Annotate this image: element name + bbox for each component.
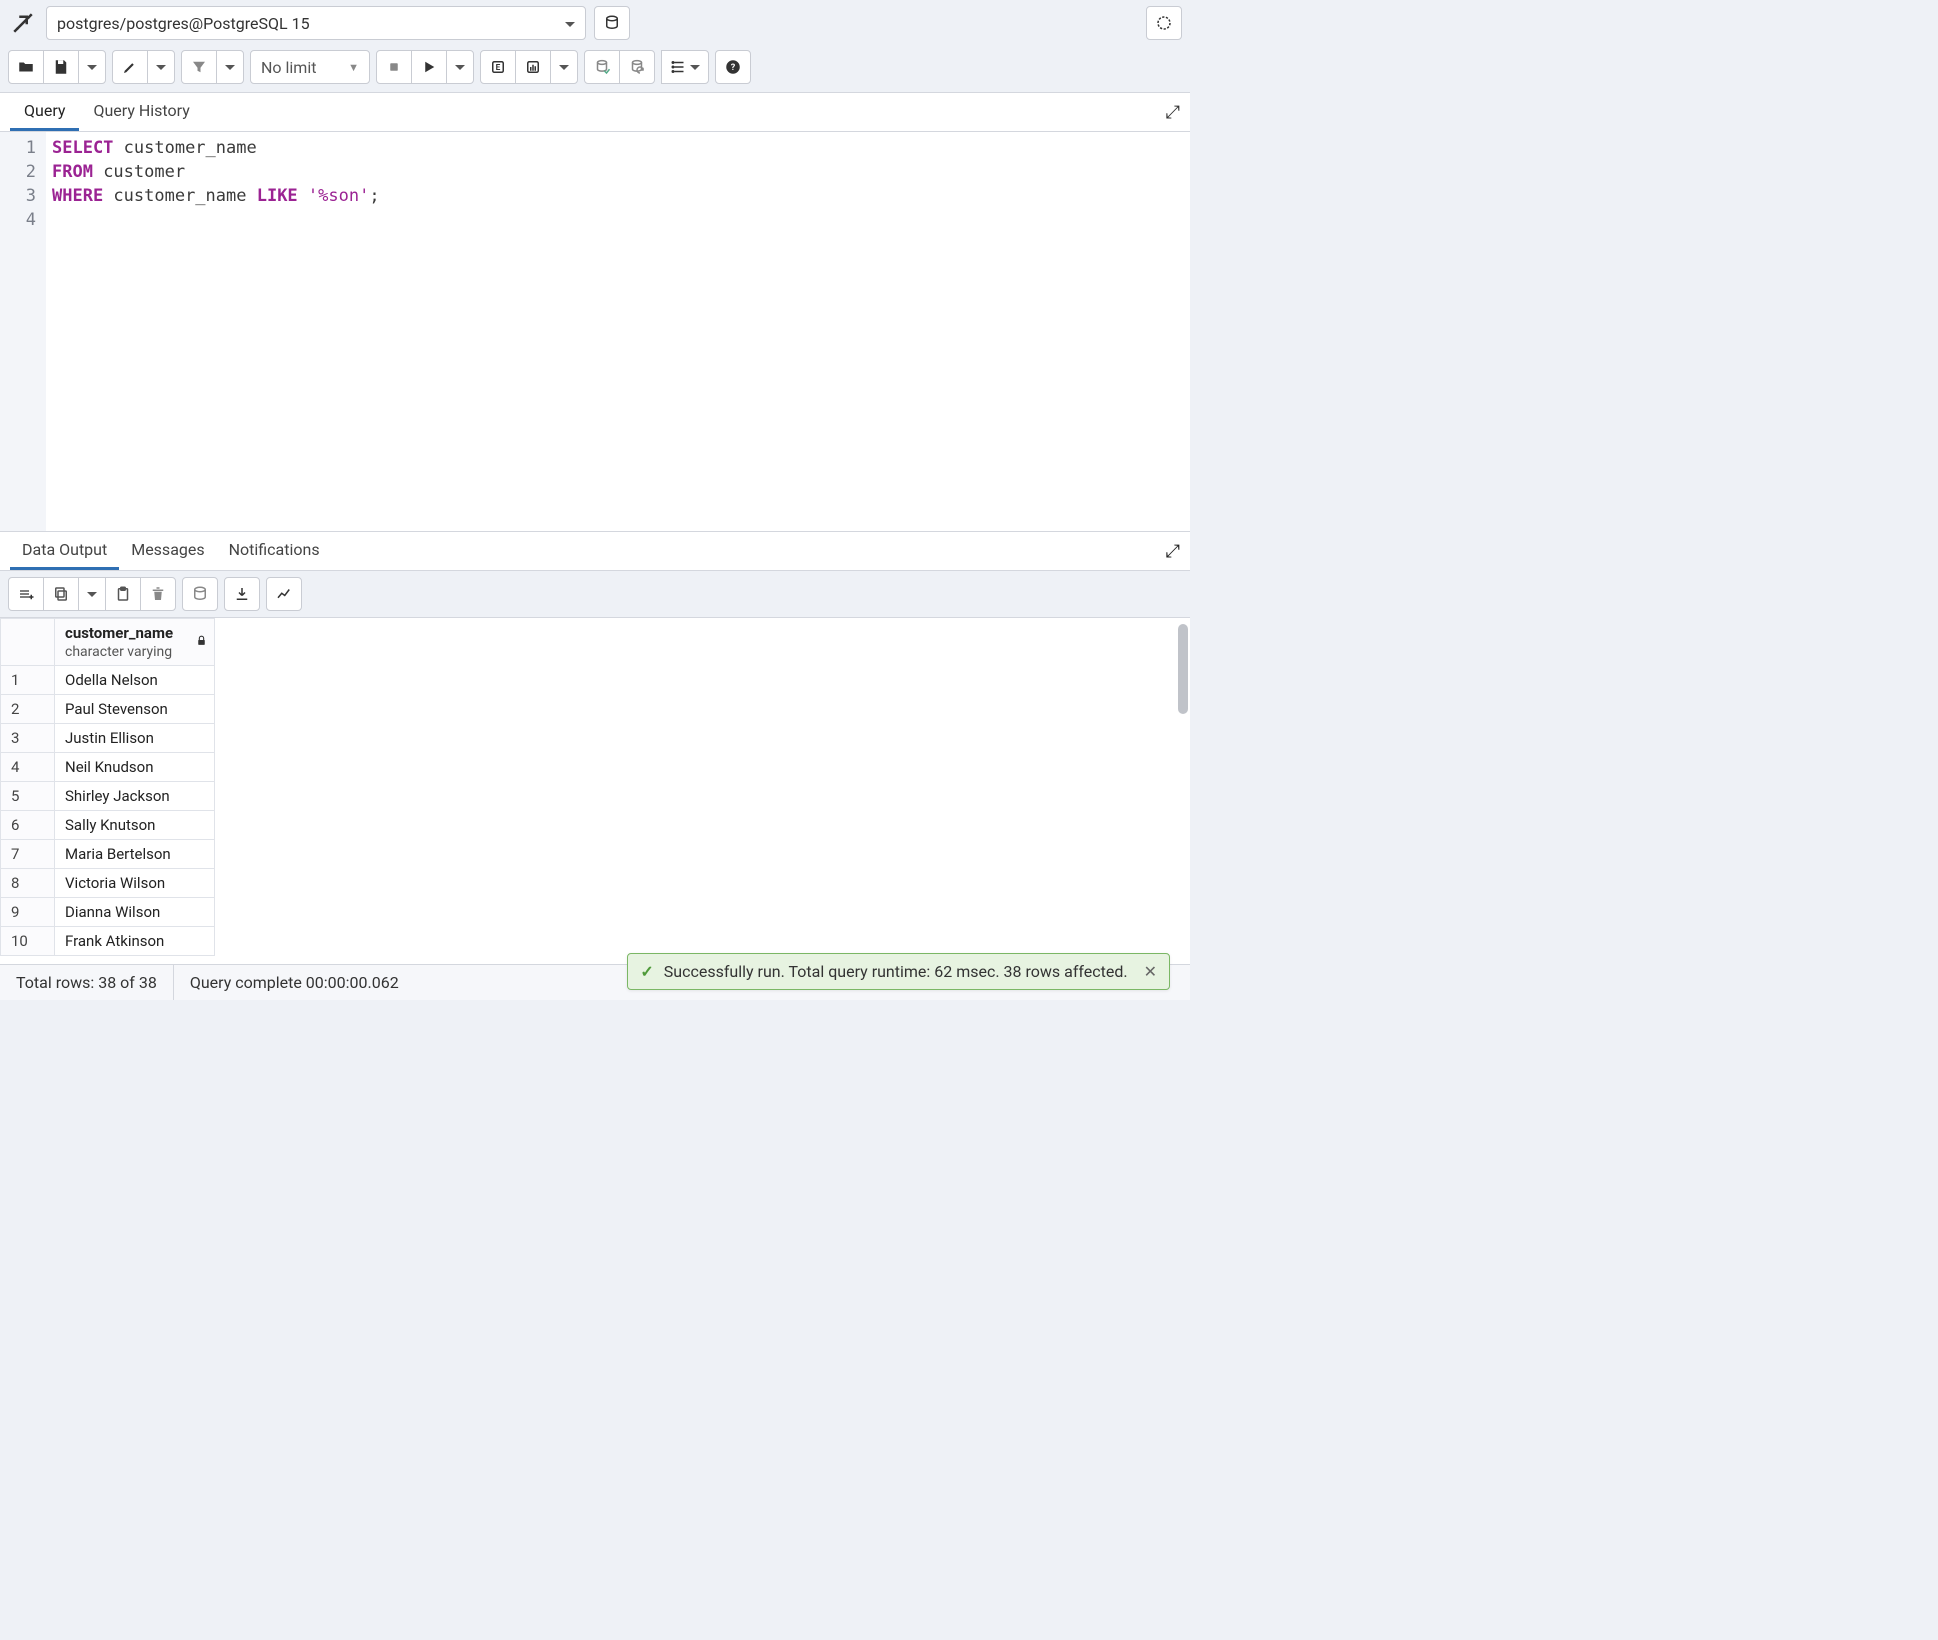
rownum-cell[interactable]: 9 xyxy=(1,898,55,927)
status-total-rows: Total rows: 38 of 38 xyxy=(0,965,174,1000)
sql-editor[interactable]: 1234 SELECT customer_nameFROM customerWH… xyxy=(0,132,1190,532)
results-grid: customer_name character varying 1Odella … xyxy=(0,618,1190,970)
table-row[interactable]: 7Maria Bertelson xyxy=(1,840,215,869)
tab-query-history[interactable]: Query History xyxy=(79,93,203,131)
main-toolbar: No limit ▼ E ? xyxy=(0,46,1190,92)
rownum-cell[interactable]: 1 xyxy=(1,666,55,695)
chart-button[interactable] xyxy=(266,577,302,611)
line-gutter: 1234 xyxy=(0,132,46,531)
cell-value[interactable]: Maria Bertelson xyxy=(55,840,215,869)
save-file-button[interactable] xyxy=(43,50,79,84)
expand-output-button[interactable]: ⤢ xyxy=(1166,541,1180,562)
toast-message: Successfully run. Total query runtime: 6… xyxy=(664,962,1128,981)
reset-layout-button[interactable] xyxy=(1146,6,1182,40)
success-toast: ✓ Successfully run. Total query runtime:… xyxy=(627,953,1170,990)
rollback-button[interactable] xyxy=(619,50,655,84)
copy-dropdown[interactable] xyxy=(78,577,106,611)
table-row[interactable]: 8Victoria Wilson xyxy=(1,869,215,898)
svg-text:E: E xyxy=(496,63,501,73)
cell-value[interactable]: Neil Knudson xyxy=(55,753,215,782)
rownum-cell[interactable]: 7 xyxy=(1,840,55,869)
output-tabbar: Data Output Messages Notifications ⤢ xyxy=(0,532,1190,571)
table-row[interactable]: 5Shirley Jackson xyxy=(1,782,215,811)
rownum-cell[interactable]: 3 xyxy=(1,724,55,753)
delete-row-button[interactable] xyxy=(140,577,176,611)
rownum-cell[interactable]: 8 xyxy=(1,869,55,898)
commit-button[interactable] xyxy=(584,50,620,84)
cell-value[interactable]: Sally Knutson xyxy=(55,811,215,840)
macros-button[interactable] xyxy=(661,50,709,84)
edit-button[interactable] xyxy=(112,50,148,84)
explain-analyze-button[interactable] xyxy=(515,50,551,84)
save-file-dropdown[interactable] xyxy=(78,50,106,84)
connection-label: postgres/postgres@PostgreSQL 15 xyxy=(57,14,310,33)
svg-text:?: ? xyxy=(731,63,736,73)
edit-dropdown[interactable] xyxy=(147,50,175,84)
results-table[interactable]: customer_name character varying 1Odella … xyxy=(0,618,215,956)
explain-dropdown[interactable] xyxy=(550,50,578,84)
check-icon: ✓ xyxy=(640,962,653,981)
chevron-down-icon xyxy=(565,14,575,33)
connection-status-icon xyxy=(8,8,38,38)
filter-dropdown[interactable] xyxy=(216,50,244,84)
save-data-button[interactable] xyxy=(182,577,218,611)
column-type: character varying xyxy=(65,644,172,660)
explain-button[interactable]: E xyxy=(480,50,516,84)
execute-dropdown[interactable] xyxy=(446,50,474,84)
paste-button[interactable] xyxy=(105,577,141,611)
rownum-cell[interactable]: 5 xyxy=(1,782,55,811)
new-connection-button[interactable] xyxy=(594,6,630,40)
rownum-cell[interactable]: 10 xyxy=(1,927,55,956)
row-limit-select[interactable]: No limit ▼ xyxy=(250,50,370,84)
table-row[interactable]: 4Neil Knudson xyxy=(1,753,215,782)
cell-value[interactable]: Justin Ellison xyxy=(55,724,215,753)
cell-value[interactable]: Paul Stevenson xyxy=(55,695,215,724)
download-button[interactable] xyxy=(224,577,260,611)
column-name: customer_name xyxy=(65,624,188,642)
expand-editor-button[interactable]: ⤢ xyxy=(1166,102,1180,123)
tab-data-output[interactable]: Data Output xyxy=(10,532,119,570)
status-query-complete: Query complete 00:00:00.062 xyxy=(174,965,415,1000)
cell-value[interactable]: Odella Nelson xyxy=(55,666,215,695)
cell-value[interactable]: Victoria Wilson xyxy=(55,869,215,898)
cell-value[interactable]: Dianna Wilson xyxy=(55,898,215,927)
rownum-cell[interactable]: 4 xyxy=(1,753,55,782)
triangle-down-icon: ▼ xyxy=(348,61,359,74)
editor-tabbar: Query Query History ⤢ xyxy=(0,92,1190,132)
add-row-button[interactable] xyxy=(8,577,44,611)
table-row[interactable]: 9Dianna Wilson xyxy=(1,898,215,927)
tab-notifications[interactable]: Notifications xyxy=(217,532,332,570)
tab-messages[interactable]: Messages xyxy=(119,532,216,570)
table-row[interactable]: 2Paul Stevenson xyxy=(1,695,215,724)
close-icon[interactable]: ✕ xyxy=(1144,962,1157,981)
table-row[interactable]: 3Justin Ellison xyxy=(1,724,215,753)
rownum-header[interactable] xyxy=(1,619,55,666)
scrollbar-thumb[interactable] xyxy=(1178,624,1188,714)
rownum-cell[interactable]: 6 xyxy=(1,811,55,840)
row-limit-label: No limit xyxy=(261,58,316,77)
help-button[interactable]: ? xyxy=(715,50,751,84)
output-toolbar xyxy=(0,571,1190,618)
copy-button[interactable] xyxy=(43,577,79,611)
open-file-button[interactable] xyxy=(8,50,44,84)
table-row[interactable]: 6Sally Knutson xyxy=(1,811,215,840)
table-row[interactable]: 10Frank Atkinson xyxy=(1,927,215,956)
code-area[interactable]: SELECT customer_nameFROM customerWHERE c… xyxy=(46,132,386,531)
filter-button[interactable] xyxy=(181,50,217,84)
stop-button[interactable] xyxy=(376,50,412,84)
cell-value[interactable]: Frank Atkinson xyxy=(55,927,215,956)
cell-value[interactable]: Shirley Jackson xyxy=(55,782,215,811)
tab-query[interactable]: Query xyxy=(10,93,79,131)
table-row[interactable]: 1Odella Nelson xyxy=(1,666,215,695)
lock-icon xyxy=(195,633,208,651)
connection-bar: postgres/postgres@PostgreSQL 15 xyxy=(0,0,1190,46)
column-header[interactable]: customer_name character varying xyxy=(55,619,215,666)
rownum-cell[interactable]: 2 xyxy=(1,695,55,724)
connection-select[interactable]: postgres/postgres@PostgreSQL 15 xyxy=(46,6,586,40)
execute-button[interactable] xyxy=(411,50,447,84)
